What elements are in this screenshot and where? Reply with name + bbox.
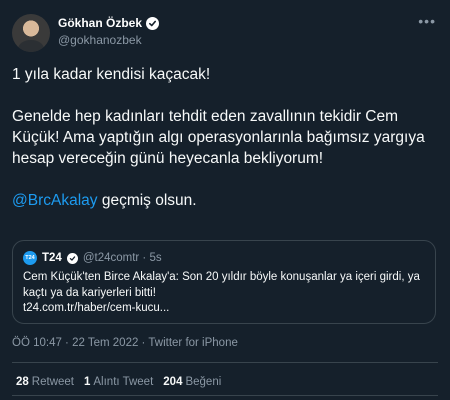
retweets-count: 28 — [16, 376, 29, 388]
quotes-stat[interactable]: 1 Alıntı Tweet — [84, 376, 153, 388]
tweet-stats: 28 Retweet 1 Alıntı Tweet 204 Beğeni — [16, 376, 221, 388]
quoted-tweet-text: Cem Küçük'ten Birce Akalay'a: Son 20 yıl… — [23, 270, 428, 317]
author-handle[interactable]: @gokhanozbek — [58, 33, 142, 47]
tweet-paragraph-1: 1 yıla kadar kendisi kaçacak! — [12, 66, 211, 83]
likes-label: Beğeni — [185, 376, 222, 388]
quoted-tweet-header: T24 T24 @t24comtr · 5s — [23, 251, 162, 265]
quotes-count: 1 — [83, 376, 91, 388]
tweet-timestamp[interactable]: ÖÖ 10:47 · 22 Tem 2022 · Twitter for iPh… — [12, 337, 238, 349]
tweet-text: 1 yıla kadar kendisi kaçacak! Genelde he… — [12, 64, 442, 232]
quotes-label: Alıntı Tweet — [93, 376, 154, 388]
divider — [12, 395, 438, 396]
author-display-name[interactable]: Gökhan Özbek — [58, 16, 142, 30]
author-name-row: Gökhan Özbek — [58, 16, 160, 30]
quoted-avatar: T24 — [23, 251, 37, 265]
tweet-paragraph-2: Genelde hep kadınları tehdit eden zavall… — [12, 108, 425, 167]
more-dots-icon[interactable]: ••• — [418, 14, 436, 28]
quoted-handle-time: @t24comtr · 5s — [82, 252, 162, 264]
quoted-link[interactable]: t24.com.tr/haber/cem-kucu... — [23, 301, 428, 317]
likes-stat[interactable]: 204 Beğeni — [163, 376, 221, 388]
retweets-label: Retweet — [31, 376, 74, 388]
quoted-tweet[interactable]: T24 T24 @t24comtr · 5s Cem Küçük'ten Bir… — [12, 240, 436, 324]
tweet-paragraph-3-text: geçmiş olsun. — [97, 192, 197, 209]
quoted-verified-badge-icon — [66, 252, 78, 264]
likes-count: 204 — [163, 376, 183, 388]
quoted-display-name: T24 — [42, 252, 62, 264]
avatar[interactable] — [12, 14, 50, 52]
mention-link[interactable]: @BrcAkalay — [12, 192, 98, 209]
tweet-paragraph-3: @BrcAkalay geçmiş olsun. — [12, 190, 442, 211]
verified-badge-icon — [146, 16, 160, 30]
tweet-card: Gökhan Özbek @gokhanozbek ••• 1 yıla kad… — [0, 0, 450, 400]
quoted-line: Cem Küçük'ten Birce Akalay'a: Son 20 yıl… — [23, 271, 420, 299]
divider — [12, 362, 438, 363]
retweets-stat[interactable]: 28 Retweet — [16, 376, 74, 388]
